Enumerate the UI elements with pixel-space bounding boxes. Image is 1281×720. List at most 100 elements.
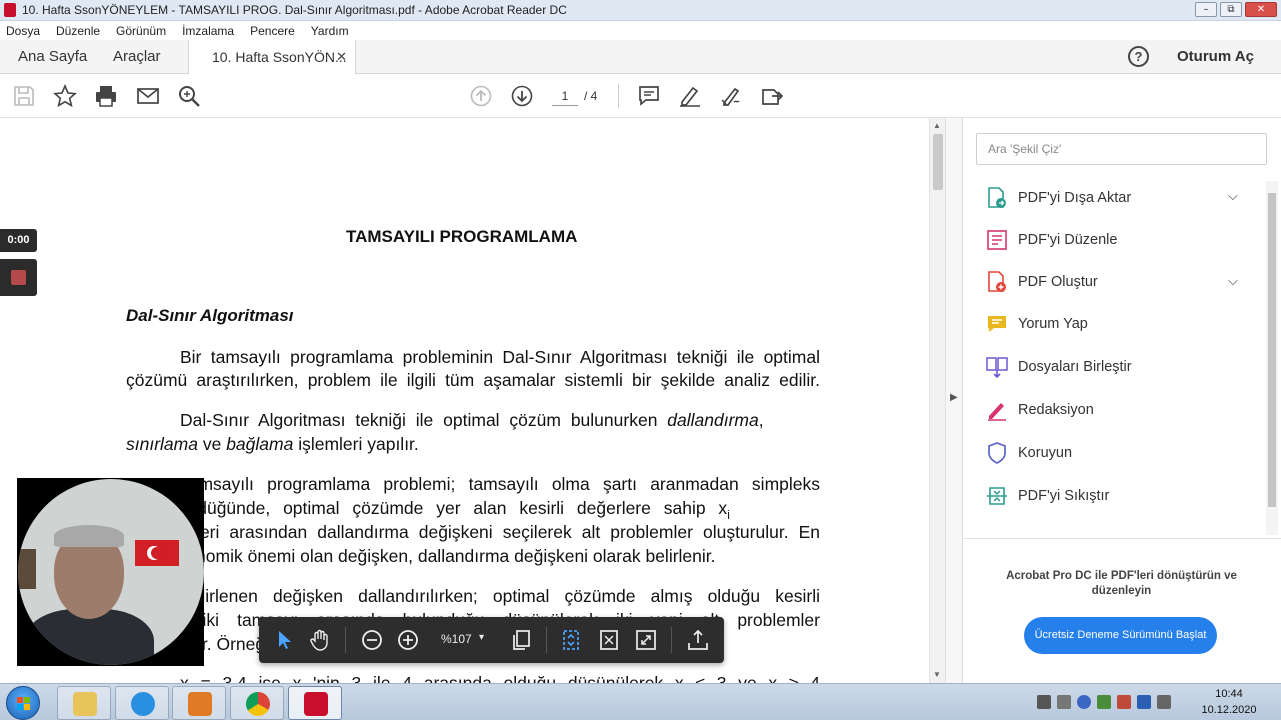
export-pdf-icon [986, 187, 1008, 209]
full-screen-icon[interactable] [634, 628, 658, 652]
tool-edit-pdf[interactable]: PDF'yi Düzenle [986, 225, 1236, 257]
p2-text-g: işlemleri yapılır. [293, 434, 419, 454]
hand-pan-icon[interactable] [308, 628, 332, 652]
next-page-icon[interactable] [510, 84, 534, 108]
taskbar-clock[interactable]: 10:44 10.12.2020 [1196, 686, 1262, 718]
webcam-wall-flag [135, 540, 179, 566]
tab-home[interactable]: Ana Sayfa [18, 40, 87, 74]
zoom-in-icon[interactable] [396, 628, 420, 652]
stop-recording-button[interactable] [0, 259, 37, 296]
menu-view[interactable]: Görünüm [116, 24, 166, 38]
clock-date: 10.12.2020 [1201, 704, 1257, 716]
paragraph-2-line-2: sınırlama ve bağlama işlemleri yapılır. [126, 433, 820, 455]
p2-text-a: Dal-Sınır Algoritması tekniği ile optima… [180, 410, 668, 430]
paragraph-2-line-1: Dal-Sınır Algoritması tekniği ile optima… [180, 409, 820, 431]
taskbar-chrome[interactable] [230, 686, 284, 720]
save-icon[interactable] [12, 84, 36, 108]
menu-file[interactable]: Dosya [6, 24, 40, 38]
menu-sign[interactable]: İmzalama [182, 24, 234, 38]
expand-pane-icon[interactable]: ▶ [950, 392, 958, 403]
page-number-input[interactable]: 1 [552, 86, 578, 106]
bookmark-star-icon[interactable] [53, 83, 77, 108]
pro-promo-text: Acrobat Pro DC ile PDF'leri dönüştürün v… [1006, 570, 1237, 597]
menu-edit[interactable]: Düzenle [56, 24, 100, 38]
compress-pdf-icon [986, 485, 1008, 507]
tray-app-icon[interactable] [1037, 695, 1051, 709]
tool-compress-pdf[interactable]: PDF'yi Sıkıştır [986, 481, 1236, 513]
document-scrollbar[interactable]: ▲ ▼ [929, 118, 945, 683]
sign-icon[interactable] [719, 84, 743, 108]
close-window-button[interactable]: ✕ [1245, 2, 1277, 17]
acrobat-icon [304, 692, 328, 716]
zoom-out-icon[interactable] [360, 628, 384, 652]
taskbar-explorer[interactable] [57, 686, 111, 720]
export-chevron-down-icon[interactable]: ⌵ [1228, 188, 1238, 204]
email-icon[interactable] [136, 84, 160, 108]
tool-export-pdf[interactable]: PDF'yi Dışa Aktar [986, 183, 1236, 215]
p2-text-f: bağlama [226, 434, 294, 454]
tools-pane-scroll-thumb[interactable] [1268, 193, 1276, 507]
create-pdf-icon [986, 271, 1008, 293]
display-icon[interactable] [1157, 695, 1171, 709]
start-button[interactable] [6, 686, 40, 720]
taskbar-acrobat[interactable] [288, 686, 342, 720]
highlight-pen-icon[interactable] [678, 84, 702, 108]
maximize-button[interactable]: ⧉ [1220, 2, 1242, 17]
minimize-button[interactable]: – [1195, 2, 1217, 17]
fit-page-icon[interactable] [597, 628, 621, 652]
tab-document[interactable]: 10. Hafta SsonYÖN... ✕ [188, 40, 356, 75]
word-icon[interactable] [1137, 695, 1151, 709]
tool-redact[interactable]: Redaksiyon [986, 395, 1236, 427]
redact-icon [986, 399, 1008, 421]
tray-settings-icon[interactable] [1077, 695, 1091, 709]
tools-pane-scrollbar[interactable] [1266, 181, 1278, 535]
menu-window[interactable]: Pencere [250, 24, 295, 38]
share-send-icon[interactable] [760, 84, 784, 108]
main-toolbar: 1 / 4 [0, 74, 1281, 118]
network-icon[interactable] [1097, 695, 1111, 709]
print-icon[interactable] [94, 84, 118, 108]
menu-help[interactable]: Yardım [311, 24, 349, 38]
document-scroll-thumb[interactable] [933, 134, 943, 190]
internet-explorer-icon [131, 692, 155, 716]
zoom-dropdown-icon[interactable]: ▾ [479, 632, 484, 643]
create-chevron-down-icon[interactable]: ⌵ [1228, 273, 1238, 289]
scroll-up-icon[interactable]: ▲ [933, 121, 941, 130]
comment-icon[interactable] [637, 84, 661, 108]
select-cursor-icon[interactable] [273, 628, 297, 652]
tool-comment[interactable]: Yorum Yap [986, 309, 1236, 341]
paragraph-3-line-3: değişkenleri arasından dallandırma değiş… [126, 522, 820, 542]
window-titlebar: 10. Hafta SsonYÖNEYLEM - TAMSAYILI PROG.… [0, 0, 1281, 21]
webcam-overlay [17, 478, 204, 666]
comment-tool-icon [986, 313, 1008, 335]
window-title: 10. Hafta SsonYÖNEYLEM - TAMSAYILI PROG.… [22, 3, 567, 17]
tab-tools[interactable]: Araçlar [113, 40, 161, 74]
scroll-down-icon[interactable]: ▼ [933, 670, 941, 679]
tray-shield-icon[interactable] [1117, 695, 1131, 709]
help-icon[interactable]: ? [1128, 46, 1149, 67]
page-thumbnails-icon[interactable] [509, 628, 533, 652]
previous-page-icon[interactable] [469, 84, 493, 108]
p2-text-e: ve [197, 434, 227, 454]
document-subheading: Dal-Sınır Algoritması [126, 306, 294, 325]
tool-protect-label: Koruyun [1018, 445, 1073, 461]
clock-time: 10:44 [1215, 688, 1243, 700]
floating-page-toolbar [259, 617, 724, 663]
search-icon[interactable] [177, 84, 201, 108]
signin-button[interactable]: Oturum Aç [1177, 40, 1254, 74]
taskbar-media-player[interactable] [172, 686, 226, 720]
tab-close-icon[interactable]: ✕ [336, 40, 347, 74]
paragraph-1-line-1: Bir tamsayılı programlama probleminin Da… [180, 347, 820, 367]
zoom-level[interactable]: %107 [441, 632, 472, 646]
tools-search-input[interactable]: Ara 'Şekil Çiz' [976, 133, 1267, 165]
tool-combine-files[interactable]: Dosyaları Birleştir [986, 352, 1236, 384]
taskbar-internet-explorer[interactable] [115, 686, 169, 720]
read-mode-icon[interactable] [686, 628, 710, 652]
tool-create-pdf[interactable]: PDF Oluştur [986, 267, 1236, 299]
scroll-mode-icon[interactable] [559, 628, 583, 652]
volume-icon[interactable] [1057, 695, 1071, 709]
start-trial-button[interactable]: Ücretsiz Deneme Sürümünü Başlat [1024, 617, 1217, 654]
tool-protect[interactable]: Koruyun [986, 438, 1236, 470]
tool-combine-files-label: Dosyaları Birleştir [1018, 359, 1132, 375]
right-pane-toggle[interactable]: ▶ [945, 118, 962, 683]
